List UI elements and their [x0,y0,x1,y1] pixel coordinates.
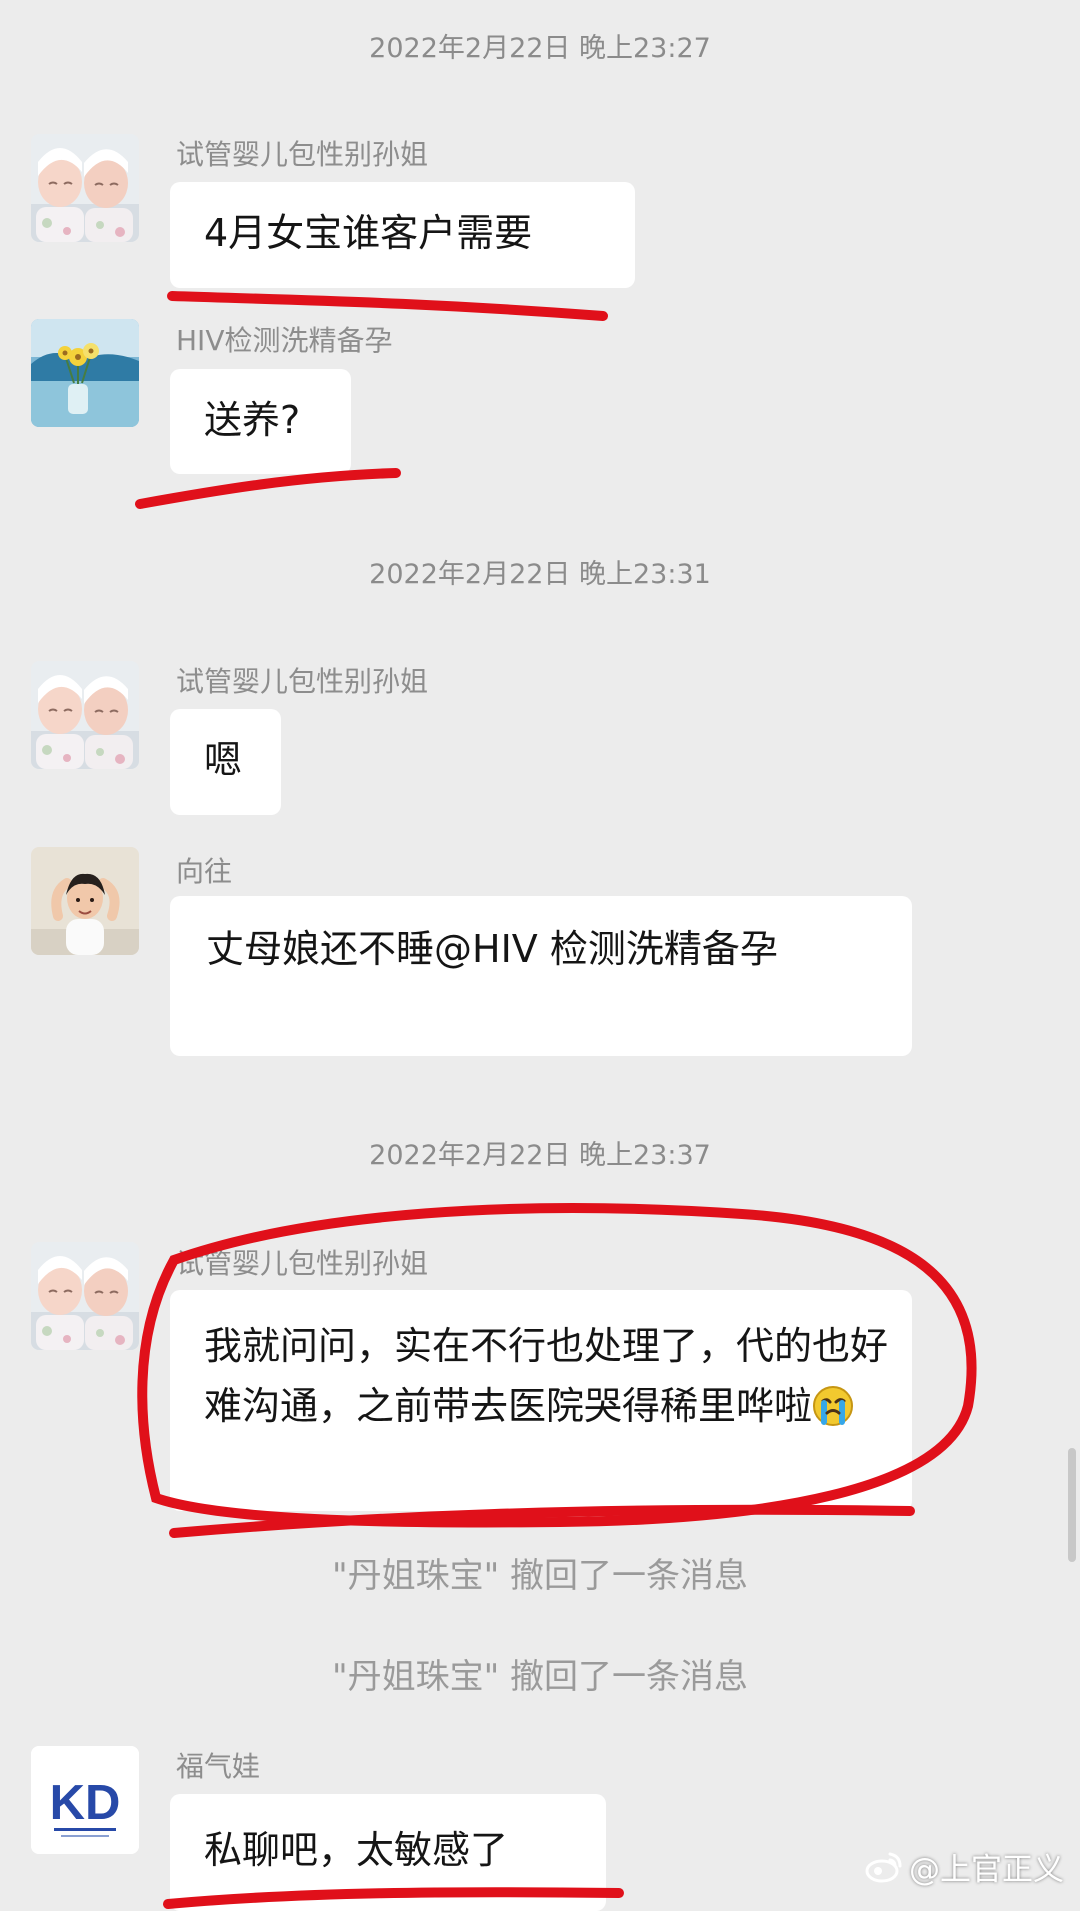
twin-babies-avatar[interactable] [31,661,139,769]
twin-babies-avatar[interactable] [31,134,139,242]
child-photo-avatar[interactable] [31,847,139,955]
timestamp-2: 2022年2月22日 晚上23:31 [369,559,711,590]
message-bubble[interactable]: 4月女宝谁客户需要 [170,182,635,288]
watermark-text: @上官正义 [909,1852,1064,1888]
kd-logo-avatar[interactable]: KD [31,1746,139,1854]
sender-name: 福气娃 [176,1750,261,1783]
sender-name: 向往 [176,855,233,888]
message-bubble[interactable]: 嗯 [170,709,281,815]
message-text-body: 我就问问，实在不行也处理了，代的也好难沟通，之前带去医院哭得稀里哗啦 [204,1324,889,1428]
recall-notice: "丹姐珠宝" 撤回了一条消息 [331,1556,749,1596]
sender-name: 试管婴儿包性别孙姐 [176,138,429,171]
timestamp-3: 2022年2月22日 晚上23:37 [369,1140,711,1171]
underline-annotation [169,1504,915,1538]
message-text: 私聊吧，太敏感了 [204,1828,509,1872]
kd-logo-text: KD [50,1776,121,1830]
crying-face-emoji [813,1386,854,1426]
recall-notice: "丹姐珠宝" 撤回了一条消息 [331,1657,749,1697]
message-bubble[interactable]: 私聊吧，太敏感了 [170,1794,606,1911]
message-text: 4月女宝谁客户需要 [204,211,533,255]
message-text: 嗯 [204,738,243,782]
message-bubble[interactable]: 丈母娘还不睡@HIV 检测洗精备孕 [170,896,912,1056]
sender-name: 试管婴儿包性别孙姐 [176,1247,429,1280]
timestamp-1: 2022年2月22日 晚上23:27 [369,33,711,64]
message-bubble[interactable]: 我就问问，实在不行也处理了，代的也好难沟通，之前带去医院哭得稀里哗啦 [170,1290,912,1511]
message-bubble[interactable]: 送养? [170,369,351,474]
message-text: 丈母娘还不睡@HIV 检测洗精备孕 [206,927,778,971]
underline-annotation [167,291,608,321]
message-text: 我就问问，实在不行也处理了，代的也好难沟通，之前带去医院哭得稀里哗啦 [204,1316,894,1436]
scrollbar[interactable] [1068,1448,1076,1562]
message-text: 送养? [204,398,301,442]
underline-annotation [135,468,401,509]
twin-babies-avatar[interactable] [31,1242,139,1350]
weibo-icon [865,1852,902,1882]
flower-landscape-avatar[interactable] [31,319,139,427]
sender-name: 试管婴儿包性别孙姐 [176,665,429,698]
weibo-watermark: @上官正义 [862,1844,1064,1889]
sender-name: HIV检测洗精备孕 [176,324,393,357]
